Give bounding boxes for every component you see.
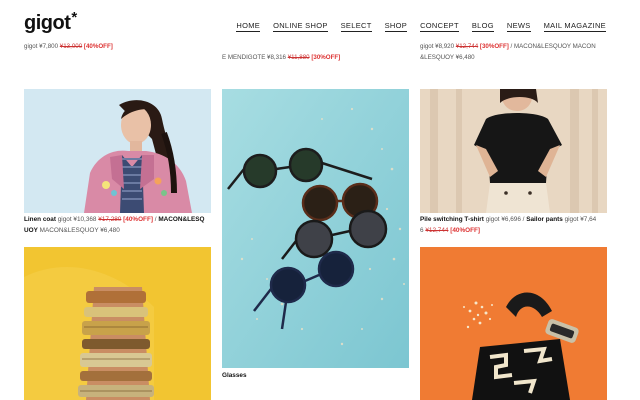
nav-shop[interactable]: SHOP [384,21,408,32]
prev-caption-2: E MENDIGOTE ¥8,316 ¥11,880 [30%OFF] [222,54,341,61]
product-name[interactable]: MACON&LESQ [158,216,204,223]
prev-caption-1: gigot ¥7,800 ¥13,000 [40%OFF] [24,43,113,50]
product-image-glasses[interactable] [222,89,409,368]
bag-photo [420,247,607,400]
nav-online-shop[interactable]: ONLINE SHOP [273,21,328,32]
caption-glasses: Glasses [222,370,409,381]
product-name[interactable]: Glasses [222,372,247,379]
brand-logo[interactable]: gigot* [24,9,77,35]
product-image-bag[interactable] [420,247,607,400]
product-name[interactable]: Sailor pants [526,216,563,223]
nav-select[interactable]: SELECT [340,21,372,32]
product-image-bracelets[interactable] [24,247,211,400]
linen-coat-photo [24,89,211,213]
site-header: gigot* HOME ONLINE SHOP SELECT SHOP CONC… [0,0,640,38]
glasses-photo [222,89,409,368]
main-nav: HOME ONLINE SHOP SELECT SHOP CONCEPT BLO… [236,21,606,32]
product-name[interactable]: Pile switching T-shirt [420,216,484,223]
nav-home[interactable]: HOME [236,21,261,32]
pile-tshirt-photo [420,89,607,213]
caption-linen-coat: Linen coat gigot ¥10,368 ¥17,280 [40%OFF… [24,216,205,234]
logo-text: gigot [24,12,71,34]
prev-caption-3: gigot ¥8,920 ¥12,744 [30%OFF] / MACON&LE… [420,43,596,61]
nav-mail-magazine[interactable]: MAIL MAGAZINE [543,21,606,32]
nav-blog[interactable]: BLOG [471,21,494,32]
nav-concept[interactable]: CONCEPT [420,21,459,32]
product-image-pile-tshirt[interactable] [420,89,607,213]
caption-pile-tshirt: Pile switching T-shirt gigot ¥6,696 / Sa… [420,216,597,234]
product-name[interactable]: Linen coat [24,216,56,223]
nav-news[interactable]: NEWS [506,21,531,32]
logo-asterisk: * [71,9,77,26]
product-image-linen-coat[interactable] [24,89,211,213]
bracelets-photo [24,247,211,400]
